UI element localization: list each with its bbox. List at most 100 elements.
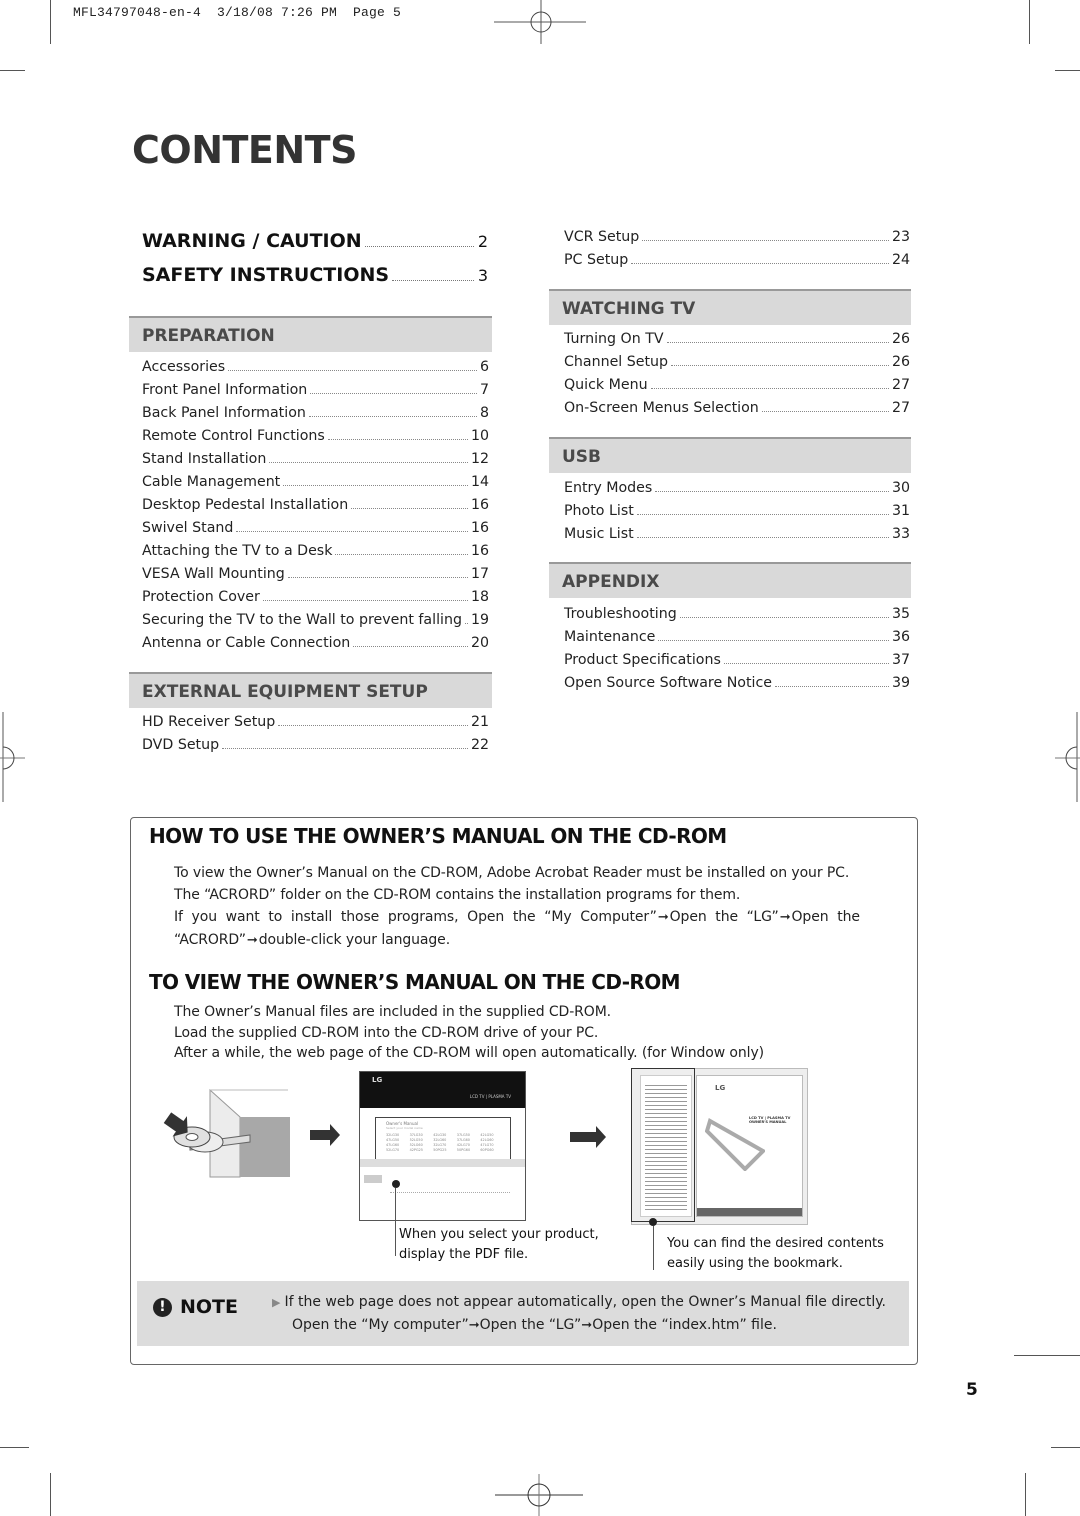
model-name: 50PG25: [433, 1148, 447, 1152]
toc-entry[interactable]: Front Panel Information 7: [142, 382, 489, 405]
toc-label: Front Panel Information: [142, 382, 308, 398]
toc-entry[interactable]: On-Screen Menus Selection 27: [564, 400, 910, 423]
note-label-text: NOTE: [180, 1296, 238, 1318]
toc-label: Turning On TV: [564, 331, 664, 347]
toc-entry[interactable]: Music List 33: [564, 526, 910, 549]
crop-mark: [0, 1447, 29, 1448]
leader-dots: [335, 554, 468, 555]
toc-entry[interactable]: Maintenance 36: [564, 629, 910, 652]
model-name: 47LG60: [386, 1143, 400, 1147]
step-text: double-click your language.: [258, 932, 451, 948]
toc-entry[interactable]: VCR Setup 23: [564, 229, 910, 252]
model-name: 47LG70: [480, 1143, 494, 1147]
section-header-external: EXTERNAL EQUIPMENT SETUP: [129, 672, 492, 708]
leader-dots: [308, 416, 477, 417]
toc-entry[interactable]: Attaching the TV to a Desk 16: [142, 543, 489, 566]
note-line-text: If the web page does not appear automati…: [284, 1294, 886, 1310]
section-header-preparation: PREPARATION: [129, 316, 492, 352]
toc-label: On-Screen Menus Selection: [564, 400, 759, 416]
model-name: 52LG70: [386, 1148, 400, 1152]
how-to-steps: “ACRORD”➞double-click your language.: [174, 932, 450, 948]
toc-entry[interactable]: Remote Control Functions 10: [142, 428, 489, 451]
toc-page: 33: [891, 526, 910, 542]
crop-mark: [1014, 1355, 1080, 1356]
leader-dots: [364, 246, 474, 247]
toc-entry[interactable]: Product Specifications 37: [564, 652, 910, 675]
toc-label: Channel Setup: [564, 354, 669, 370]
caption-select-product: When you select your product, display th…: [399, 1225, 599, 1265]
leader-dots: [236, 531, 468, 532]
leader-dots: [262, 600, 468, 601]
step-text: Open the “LG”: [669, 909, 779, 925]
toc-label: Securing the TV to the Wall to prevent f…: [142, 612, 462, 628]
callout-line: [653, 1226, 654, 1270]
model-name: 60PG60: [480, 1148, 494, 1152]
toc-page: 14: [470, 474, 489, 490]
toc-label: Desktop Pedestal Installation: [142, 497, 349, 513]
to-view-line: After a while, the web page of the CD-RO…: [174, 1045, 765, 1061]
leader-dots: [658, 640, 889, 641]
toc-page: 12: [470, 451, 489, 467]
leader-dots: [310, 393, 477, 394]
toc-page: 3: [477, 266, 488, 285]
note-label: ! NOTE: [153, 1296, 238, 1318]
toc-page: 27: [891, 400, 910, 416]
toc-major-safety[interactable]: SAFETY INSTRUCTIONS 3: [142, 264, 488, 286]
section-header-appendix: APPENDIX: [549, 562, 911, 598]
toc-entry[interactable]: Accessories 6: [142, 359, 489, 382]
tv-outline-graphic: [705, 1118, 765, 1171]
crop-mark: [50, 1473, 51, 1516]
model-name: 42LG70: [456, 1143, 470, 1147]
to-view-line: The Owner’s Manual files are included in…: [174, 1004, 612, 1020]
toc-entry[interactable]: Securing the TV to the Wall to prevent f…: [142, 612, 489, 635]
toc-page: 21: [470, 714, 489, 730]
section-header-watching-tv: WATCHING TV: [549, 289, 911, 325]
toc-list-usb: Entry Modes 30 Photo List 31 Music List 33: [564, 480, 910, 549]
toc-page: 30: [891, 480, 910, 496]
toc-label: Back Panel Information: [142, 405, 306, 421]
web-page-screenshot: LG LCD TV | PLASMA TV Owner's Manual Sel…: [359, 1071, 526, 1221]
toc-entry[interactable]: Cable Management 14: [142, 474, 489, 497]
leader-dots: [650, 388, 889, 389]
toc-entry[interactable]: Stand Installation 12: [142, 451, 489, 474]
callout-dot: [649, 1218, 657, 1226]
toc-label: HD Receiver Setup: [142, 714, 276, 730]
toc-page: 26: [891, 354, 910, 370]
toc-entry[interactable]: Channel Setup 26: [564, 354, 910, 377]
toc-entry[interactable]: Troubleshooting 35: [564, 606, 910, 629]
toc-page: 24: [891, 252, 910, 268]
toc-entry[interactable]: Desktop Pedestal Installation 16: [142, 497, 489, 520]
toc-entry[interactable]: VESA Wall Mounting 17: [142, 566, 489, 589]
toc-entry[interactable]: Photo List 31: [564, 503, 910, 526]
note-line: Open the “My computer”➞Open the “LG”➞Ope…: [272, 1314, 886, 1337]
toc-entry[interactable]: DVD Setup 22: [142, 737, 489, 760]
crop-mark: [1029, 0, 1030, 44]
leader-dots: [636, 514, 889, 515]
leader-dots: [723, 663, 889, 664]
registration-mark-top: [494, 0, 586, 44]
toc-list-watching-tv: Turning On TV 26 Channel Setup 26 Quick Menu…: [564, 331, 910, 423]
note-step: Open the “index.htm” file.: [592, 1317, 777, 1333]
toc-entry[interactable]: Turning On TV 26: [564, 331, 910, 354]
crop-mark: [1051, 1447, 1080, 1448]
leader-dots: [283, 485, 468, 486]
toc-entry[interactable]: Entry Modes 30: [564, 480, 910, 503]
to-view-line: Load the supplied CD-ROM into the CD-ROM…: [174, 1025, 599, 1041]
page-number: 5: [966, 1380, 978, 1400]
toc-page: 7: [479, 382, 489, 398]
toc-entry[interactable]: PC Setup 24: [564, 252, 910, 275]
toc-entry[interactable]: Protection Cover 18: [142, 589, 489, 612]
toc-page: 37: [891, 652, 910, 668]
note-line: ▶ If the web page does not appear automat…: [272, 1291, 886, 1314]
toc-entry[interactable]: Open Source Software Notice 39: [564, 675, 910, 698]
toc-entry[interactable]: Back Panel Information 8: [142, 405, 489, 428]
leader-dots: [775, 686, 889, 687]
bookmark-highlight-frame: [631, 1068, 695, 1222]
leader-dots: [353, 646, 468, 647]
toc-entry[interactable]: Antenna or Cable Connection 20: [142, 635, 489, 658]
toc-entry[interactable]: HD Receiver Setup 21: [142, 714, 489, 737]
toc-entry[interactable]: Swivel Stand 16: [142, 520, 489, 543]
toc-entry[interactable]: Quick Menu 27: [564, 377, 910, 400]
toc-page: 19: [470, 612, 489, 628]
toc-major-warning[interactable]: WARNING / CAUTION 2: [142, 230, 488, 252]
